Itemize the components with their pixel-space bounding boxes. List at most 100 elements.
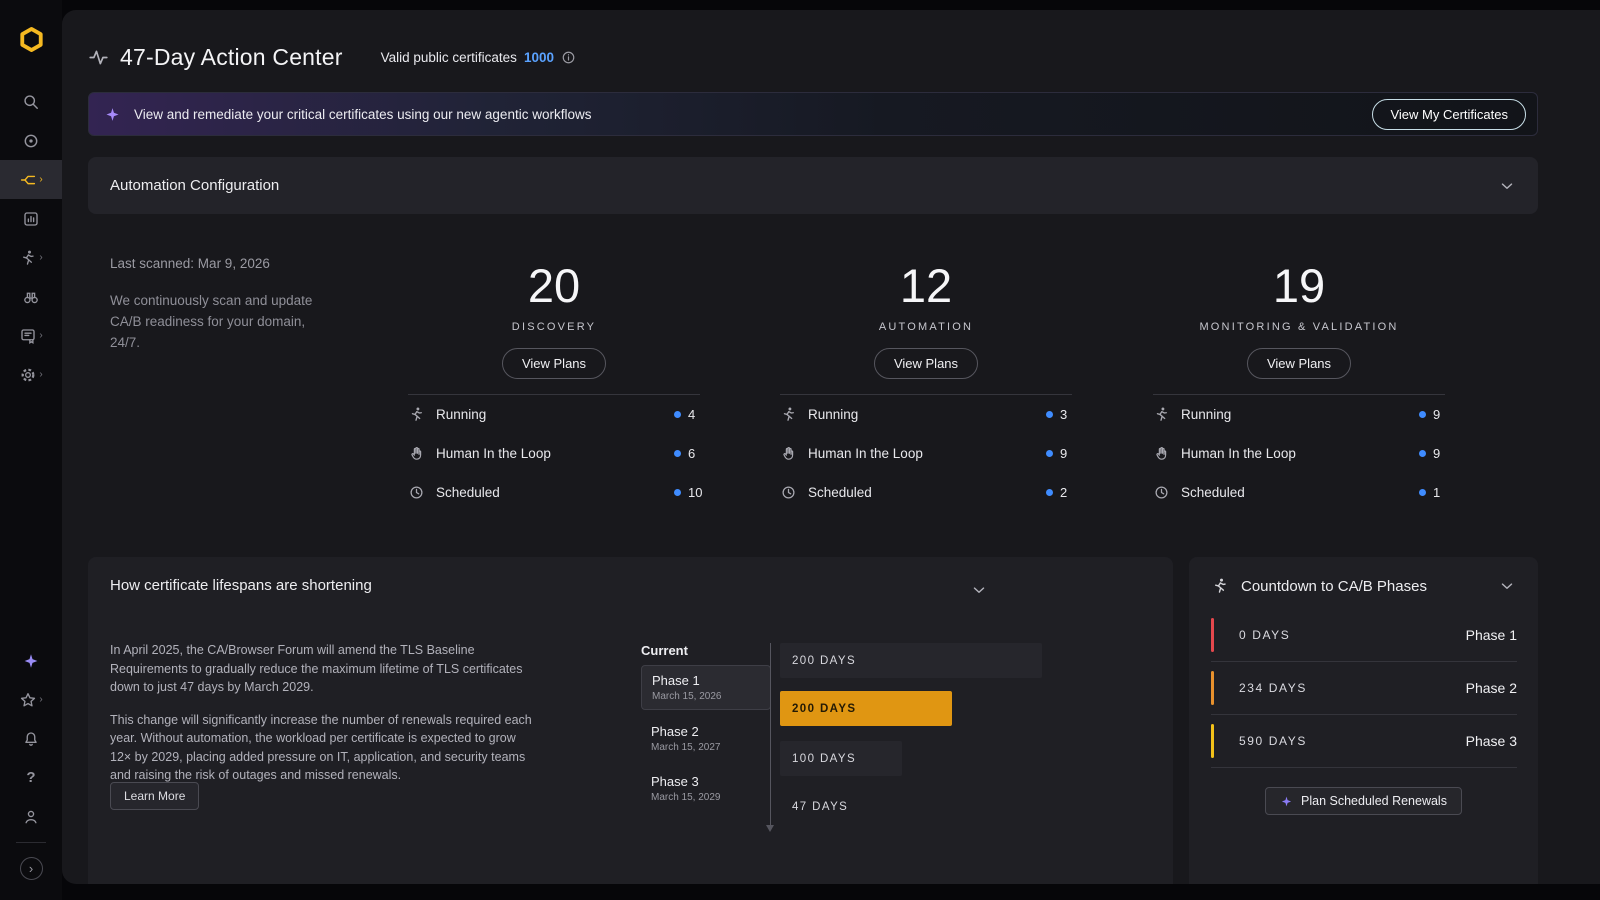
info-icon[interactable] [561, 50, 576, 65]
runner-icon [1153, 406, 1170, 423]
sidebar: › › [0, 0, 62, 900]
sidebar-item-favorites[interactable]: › [0, 680, 62, 719]
sidebar-item-ai-assistant[interactable] [0, 641, 62, 680]
stat-row-label: Human In the Loop [1181, 446, 1296, 461]
countdown-row-phase-3: 590 DAYS Phase 3 [1211, 715, 1517, 768]
sidebar-item-dashboard[interactable] [0, 199, 62, 238]
hand-icon [780, 445, 797, 462]
countdown-row-phase-1: 0 DAYS Phase 1 [1211, 609, 1517, 662]
main-panel: 47-Day Action Center Valid public certif… [62, 10, 1600, 884]
runner-icon [19, 249, 37, 267]
page-title: 47-Day Action Center [120, 44, 343, 71]
view-plans-button[interactable]: View Plans [874, 348, 978, 379]
stat-label: DISCOVERY [408, 321, 700, 333]
activity-pulse-icon [88, 47, 109, 68]
status-dot [674, 450, 681, 457]
runner-icon [408, 406, 425, 423]
hand-icon [1153, 445, 1170, 462]
gear-icon [19, 366, 37, 384]
card-title: Countdown to CA/B Phases [1241, 578, 1427, 595]
sidebar-collapse-button[interactable]: › [0, 849, 62, 888]
stat-row-running: Running 9 [1153, 395, 1445, 434]
automation-configuration-body: Last scanned: Mar 9, 2026 We continuousl… [88, 214, 1538, 537]
view-my-certificates-button[interactable]: View My Certificates [1372, 99, 1526, 130]
chevron-right-icon: › [39, 175, 42, 185]
automation-configuration-header[interactable]: Automation Configuration [88, 157, 1538, 214]
bottom-cards-row: How certificate lifespans are shortening… [88, 557, 1538, 884]
timeline-axis [770, 643, 771, 825]
automation-column-monitoring: 19 MONITORING & VALIDATION View Plans Ru… [1153, 214, 1445, 512]
sidebar-item-discovery-tools[interactable] [0, 277, 62, 316]
phase-item-3[interactable]: Phase 3 March 15, 2029 [641, 767, 771, 810]
collapse-chevron-icon: › [20, 857, 43, 880]
lifespans-paragraph-1: In April 2025, the CA/Browser Forum will… [110, 641, 534, 697]
view-plans-button[interactable]: View Plans [502, 348, 606, 379]
automation-column-automation: 12 AUTOMATION View Plans Running 3 [780, 214, 1072, 512]
stat-row-label: Scheduled [1181, 485, 1245, 500]
learn-more-button[interactable]: Learn More [110, 782, 199, 810]
sidebar-item-discovery[interactable] [0, 121, 62, 160]
lifespan-bar-1: 200 DAYS [780, 643, 1042, 678]
stat-row-human-in-the-loop: Human In the Loop 9 [1153, 434, 1445, 473]
view-plans-button[interactable]: View Plans [1247, 348, 1351, 379]
status-dot [1046, 450, 1053, 457]
stat-row-label: Human In the Loop [808, 446, 923, 461]
status-dot [1419, 489, 1426, 496]
stat-row-human-in-the-loop: Human In the Loop 6 [408, 434, 700, 473]
clock-icon [408, 484, 425, 501]
sidebar-item-help[interactable]: ? [0, 758, 62, 797]
countdown-rows: 0 DAYS Phase 1 234 DAYS Phase 2 590 DAYS… [1211, 609, 1517, 768]
chevron-down-icon[interactable] [970, 581, 988, 599]
card-title: How certificate lifespans are shortening [110, 577, 372, 594]
stat-row-value: 1 [1419, 485, 1445, 500]
stat-rows: Running 9 Human In the Loop 9 [1153, 394, 1445, 512]
stat-count: 20 [408, 260, 700, 312]
status-dot [1419, 411, 1426, 418]
sidebar-divider [16, 842, 46, 843]
sidebar-item-agents[interactable]: › [0, 238, 62, 277]
question-mark-icon: ? [26, 769, 35, 786]
sidebar-item-account[interactable] [0, 797, 62, 836]
target-icon [22, 132, 40, 150]
sidebar-item-certificates[interactable]: › [0, 316, 62, 355]
section-title: Automation Configuration [110, 177, 279, 194]
phase-item-2[interactable]: Phase 2 March 15, 2027 [641, 717, 771, 760]
sidebar-item-notifications[interactable] [0, 719, 62, 758]
scan-info: Last scanned: Mar 9, 2026 We continuousl… [110, 256, 316, 354]
sidebar-item-search[interactable] [0, 82, 62, 121]
lifespans-description: In April 2025, the CA/Browser Forum will… [110, 641, 534, 785]
stat-label: AUTOMATION [780, 321, 1072, 333]
star-icon [19, 691, 37, 709]
lifespans-paragraph-2: This change will significantly increase … [110, 711, 534, 785]
brand-logo[interactable] [14, 22, 48, 56]
valid-certs-count-link[interactable]: 1000 [524, 50, 554, 65]
stat-row-scheduled: Scheduled 10 [408, 473, 700, 512]
stat-row-value: 2 [1046, 485, 1072, 500]
hexagon-logo-icon [18, 26, 45, 53]
stat-row-value: 6 [674, 446, 700, 461]
page-header: 47-Day Action Center Valid public certif… [88, 36, 1538, 78]
stat-row-value: 4 [674, 407, 700, 422]
sparkle-icon [1280, 795, 1293, 808]
runner-icon [1211, 577, 1229, 595]
chevron-down-icon[interactable] [1498, 577, 1516, 595]
stat-row-value: 9 [1419, 407, 1445, 422]
phase-item-1[interactable]: Phase 1 March 15, 2026 [641, 665, 771, 710]
search-icon [22, 93, 40, 111]
runner-icon [780, 406, 797, 423]
stat-row-running: Running 3 [780, 395, 1072, 434]
sidebar-item-settings[interactable]: › [0, 355, 62, 394]
agentic-workflows-banner: View and remediate your critical certifi… [88, 92, 1538, 136]
chevron-down-icon[interactable] [1498, 177, 1516, 195]
user-icon [22, 808, 40, 826]
clock-icon [1153, 484, 1170, 501]
stat-count: 19 [1153, 260, 1445, 312]
stat-label: MONITORING & VALIDATION [1153, 321, 1445, 333]
stat-rows: Running 3 Human In the Loop 9 [780, 394, 1072, 512]
status-dot [674, 489, 681, 496]
stat-row-value: 10 [674, 485, 700, 500]
bar-chart-icon [22, 210, 40, 228]
stat-row-value: 9 [1046, 446, 1072, 461]
plan-scheduled-renewals-button[interactable]: Plan Scheduled Renewals [1265, 787, 1462, 815]
sidebar-item-automation-active[interactable]: › [0, 160, 62, 199]
